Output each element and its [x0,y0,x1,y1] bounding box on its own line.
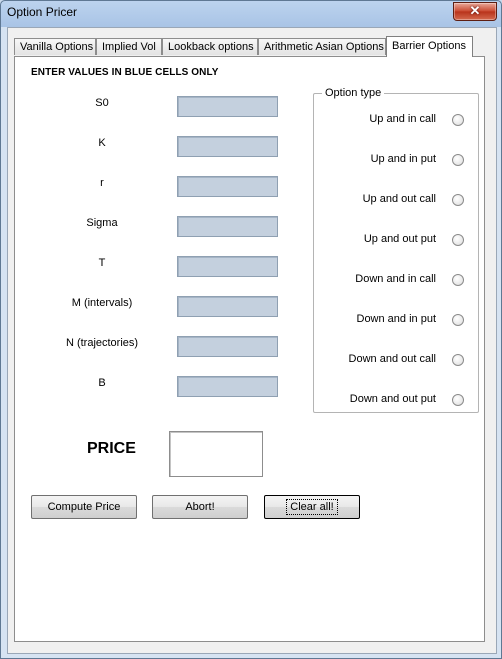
m-intervals-input[interactable] [177,296,278,317]
label-n-trajectories: N (trajectories) [65,337,139,349]
radio-label: Up and in put [370,153,436,165]
title-bar[interactable]: Option Pricer ✕ [1,1,501,23]
dialog-client-area: Vanilla Options Implied Vol Lookback opt… [7,27,497,654]
radio-up-and-out-call[interactable]: Up and out call [314,193,480,209]
b-input[interactable] [177,376,278,397]
radio-label: Down and in call [355,273,436,285]
radio-label: Up and out call [362,193,436,205]
barrier-options-panel: ENTER VALUES IN BLUE CELLS ONLY S0 K r S… [14,56,485,642]
clear-all-label: Clear all! [286,499,338,515]
radio-label: Up and out put [363,233,436,245]
option-type-legend: Option type [322,87,385,99]
window-title: Option Pricer [7,5,78,19]
label-r: r [100,177,104,189]
label-k: K [98,137,106,149]
n-trajectories-input[interactable] [177,336,278,357]
radio-button-icon[interactable] [452,114,464,126]
option-type-group: Option type Up and in call Up and in put… [313,87,480,413]
abort-label: Abort! [185,501,215,513]
tab-arithmetic-asian-options[interactable]: Arithmetic Asian Options [258,38,386,55]
price-label: PRICE [87,440,136,457]
radio-down-and-out-call[interactable]: Down and out call [314,353,480,369]
tab-vanilla-options[interactable]: Vanilla Options [14,38,96,55]
k-input[interactable] [177,136,278,157]
radio-down-and-in-call[interactable]: Down and in call [314,273,480,289]
label-t: T [98,257,106,269]
radio-label: Up and in call [369,113,436,125]
close-button[interactable]: ✕ [453,2,497,21]
label-m-intervals: M (intervals) [71,297,133,309]
radio-button-icon[interactable] [452,194,464,206]
sigma-input[interactable] [177,216,278,237]
price-output [169,431,263,477]
radio-label: Down and out call [348,353,436,365]
tab-implied-vol[interactable]: Implied Vol [96,38,162,55]
s0-input[interactable] [177,96,278,117]
radio-up-and-in-put[interactable]: Up and in put [314,153,480,169]
tab-lookback-options[interactable]: Lookback options [162,38,258,55]
radio-up-and-out-put[interactable]: Up and out put [314,233,480,249]
radio-label: Down and out put [349,393,436,405]
close-icon: ✕ [469,3,481,18]
radio-button-icon[interactable] [452,354,464,366]
tab-barrier-options[interactable]: Barrier Options [386,36,473,57]
option-pricer-window: Option Pricer ✕ Vanilla Options Implied … [0,0,502,659]
radio-down-and-in-put[interactable]: Down and in put [314,313,480,329]
instruction-text: ENTER VALUES IN BLUE CELLS ONLY [31,67,219,78]
radio-button-icon[interactable] [452,234,464,246]
t-input[interactable] [177,256,278,277]
compute-price-button[interactable]: Compute Price [31,495,137,519]
radio-label: Down and in put [356,313,437,325]
label-sigma: Sigma [86,217,118,229]
label-b: B [98,377,106,389]
clear-all-button[interactable]: Clear all! [264,495,360,519]
radio-button-icon[interactable] [452,394,464,406]
label-s0: S0 [95,97,109,109]
compute-price-label: Compute Price [47,501,121,513]
radio-button-icon[interactable] [452,314,464,326]
radio-down-and-out-put[interactable]: Down and out put [314,393,480,409]
radio-button-icon[interactable] [452,274,464,286]
radio-up-and-in-call[interactable]: Up and in call [314,113,480,129]
radio-button-icon[interactable] [452,154,464,166]
r-input[interactable] [177,176,278,197]
abort-button[interactable]: Abort! [152,495,248,519]
